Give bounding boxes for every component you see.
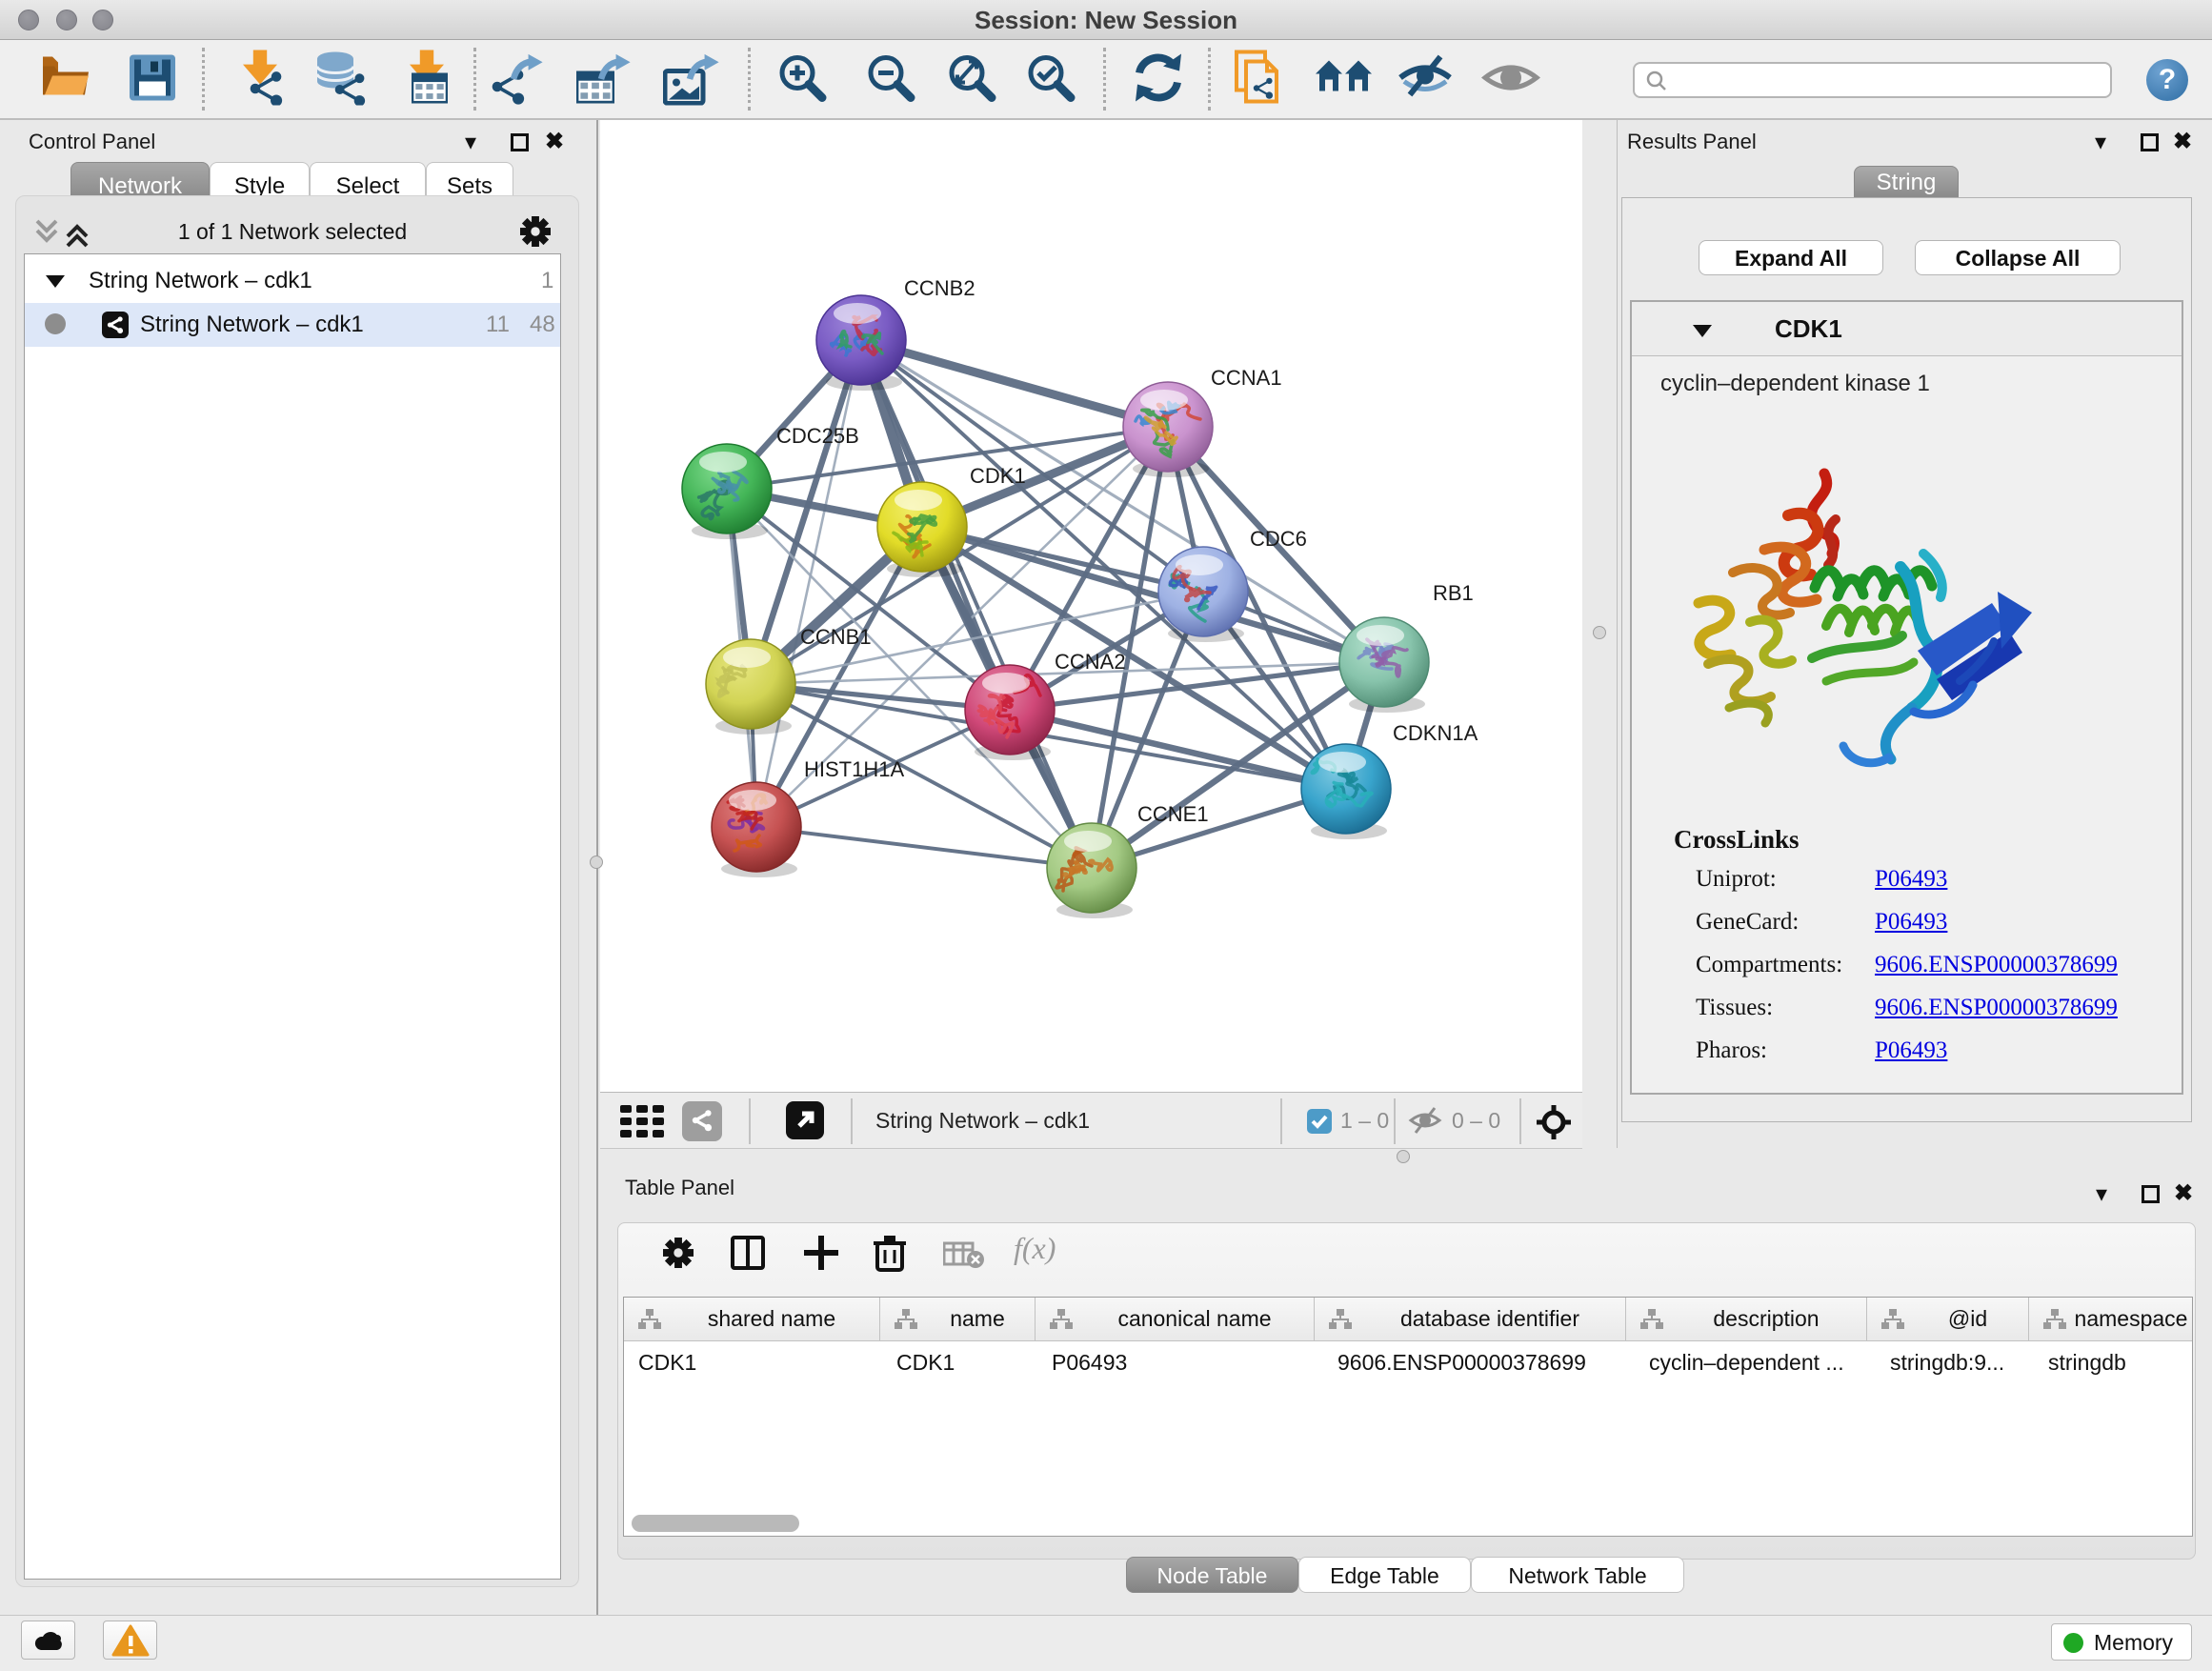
svg-text:CCNE1: CCNE1 <box>1137 802 1209 826</box>
svg-text:CDKN1A: CDKN1A <box>1393 721 1478 745</box>
svg-text:CDC6: CDC6 <box>1250 527 1307 551</box>
svg-text:CDC25B: CDC25B <box>776 424 859 448</box>
svg-text:RB1: RB1 <box>1433 581 1474 605</box>
svg-text:CCNA1: CCNA1 <box>1211 366 1282 390</box>
svg-text:CCNB1: CCNB1 <box>800 625 872 649</box>
svg-text:CCNB2: CCNB2 <box>904 276 975 300</box>
svg-text:CCNA2: CCNA2 <box>1055 650 1126 674</box>
svg-text:CDK1: CDK1 <box>970 464 1026 488</box>
svg-text:HIST1H1A: HIST1H1A <box>804 757 904 781</box>
